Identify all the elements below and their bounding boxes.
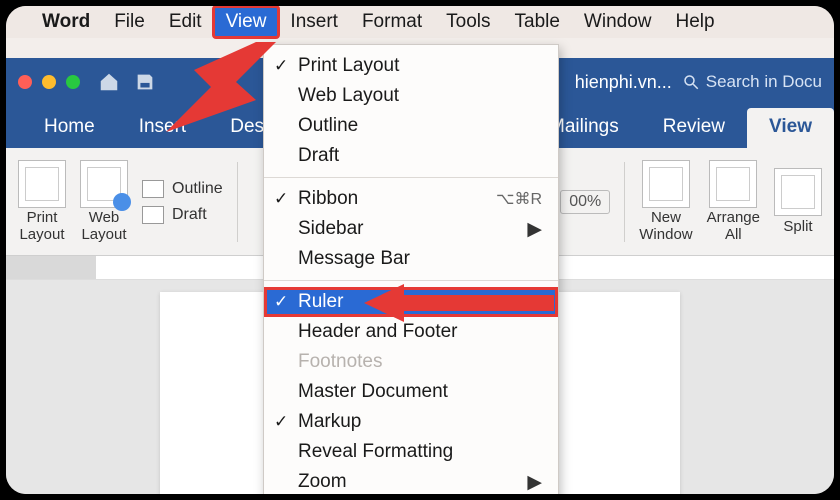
- outline-label: Outline: [172, 180, 223, 198]
- split-icon: [774, 168, 822, 216]
- menubar-window[interactable]: Window: [572, 7, 664, 37]
- save-icon[interactable]: [134, 71, 156, 93]
- menu-item-label: Message Bar: [298, 248, 410, 270]
- menu-item-label: Ruler: [298, 291, 343, 313]
- view-menu-item-markup[interactable]: ✓ Markup: [264, 407, 558, 437]
- view-menu-item-header-and-footer[interactable]: Header and Footer: [264, 317, 558, 347]
- draft-icon: [142, 206, 164, 224]
- tab-review[interactable]: Review: [641, 108, 747, 148]
- checkmark-icon: ✓: [274, 292, 288, 312]
- menubar-insert[interactable]: Insert: [278, 7, 350, 37]
- close-window-button[interactable]: [18, 75, 32, 89]
- menu-item-label: Ribbon: [298, 188, 358, 210]
- quick-access-toolbar: [98, 71, 156, 93]
- view-menu-item-ruler[interactable]: ✓ Ruler: [264, 287, 558, 317]
- menu-item-label: Reveal Formatting: [298, 441, 453, 463]
- split-button[interactable]: Split: [774, 168, 822, 235]
- view-menu-item-zoom[interactable]: Zoom ▶: [264, 467, 558, 494]
- menu-item-label: Header and Footer: [298, 321, 458, 343]
- menu-item-label: Print Layout: [298, 55, 399, 77]
- menu-item-label: Markup: [298, 411, 361, 433]
- menu-item-label: Master Document: [298, 381, 448, 403]
- home-icon[interactable]: [98, 71, 120, 93]
- view-menu-item-draft[interactable]: Draft: [264, 141, 558, 171]
- menubar-help[interactable]: Help: [664, 7, 727, 37]
- menubar-table[interactable]: Table: [503, 7, 572, 37]
- new-window-icon: [642, 160, 690, 208]
- menubar-file[interactable]: File: [102, 7, 157, 37]
- menubar-app-name[interactable]: Word: [30, 7, 102, 37]
- outline-icon: [142, 180, 164, 198]
- document-title: hienphi.vn...: [575, 72, 672, 93]
- print-layout-icon: [18, 160, 66, 208]
- print-layout-label: Print Layout: [19, 210, 64, 243]
- menu-separator: [264, 177, 558, 178]
- menu-item-label: Zoom: [298, 471, 347, 493]
- search-icon: [682, 73, 700, 91]
- menu-item-label: Draft: [298, 145, 339, 167]
- menu-item-label: Footnotes: [298, 351, 383, 373]
- menu-item-label: Web Layout: [298, 85, 399, 107]
- arrange-all-icon: [709, 160, 757, 208]
- draft-button[interactable]: Draft: [142, 206, 223, 224]
- tab-view[interactable]: View: [747, 108, 834, 148]
- window-controls: [18, 75, 80, 89]
- view-menu-item-print-layout[interactable]: ✓ Print Layout: [264, 51, 558, 81]
- checkmark-icon: ✓: [274, 189, 288, 209]
- submenu-arrow-icon: ▶: [527, 218, 542, 241]
- mac-menubar: Word File Edit View Insert Format Tools …: [6, 6, 834, 38]
- draft-label: Draft: [172, 206, 207, 224]
- view-menu-item-sidebar[interactable]: Sidebar ▶: [264, 214, 558, 244]
- menubar-tools[interactable]: Tools: [434, 7, 502, 37]
- web-layout-label: Web Layout: [81, 210, 126, 243]
- view-menu-item-footnotes: Footnotes: [264, 347, 558, 377]
- print-layout-button[interactable]: Print Layout: [18, 160, 66, 243]
- search-box[interactable]: Search in Docu: [682, 72, 822, 92]
- ruler-left-margin: [6, 256, 96, 279]
- menu-separator: [264, 280, 558, 281]
- view-menu-item-ribbon[interactable]: ✓ Ribbon ⌥⌘R: [264, 184, 558, 214]
- arrange-all-label: Arrange All: [707, 210, 760, 243]
- view-menu-item-outline[interactable]: Outline: [264, 111, 558, 141]
- view-menu-item-message-bar[interactable]: Message Bar: [264, 244, 558, 274]
- arrange-all-button[interactable]: Arrange All: [707, 160, 760, 243]
- view-menu-item-web-layout[interactable]: Web Layout: [264, 81, 558, 111]
- submenu-arrow-icon: ▶: [527, 471, 542, 494]
- web-layout-button[interactable]: Web Layout: [80, 160, 128, 243]
- menubar-format[interactable]: Format: [350, 7, 434, 37]
- view-menu-item-reveal-formatting[interactable]: Reveal Formatting: [264, 437, 558, 467]
- zoom-percent[interactable]: 00%: [560, 190, 610, 214]
- tab-home[interactable]: Home: [22, 108, 117, 148]
- web-layout-icon: [80, 160, 128, 208]
- minimize-window-button[interactable]: [42, 75, 56, 89]
- ribbon-divider: [237, 162, 238, 242]
- ribbon-divider-2: [624, 162, 625, 242]
- search-placeholder: Search in Docu: [706, 72, 822, 92]
- checkmark-icon: ✓: [274, 56, 288, 76]
- menubar-view[interactable]: View: [214, 7, 279, 37]
- view-menu-dropdown: ✓ Print Layout Web Layout Outline Draft ✓ Ribb…: [263, 44, 559, 494]
- tab-insert[interactable]: Insert: [117, 108, 209, 148]
- new-window-label: New Window: [639, 210, 692, 243]
- checkmark-icon: ✓: [274, 412, 288, 432]
- menu-item-label: Outline: [298, 115, 358, 137]
- outline-button[interactable]: Outline: [142, 180, 223, 198]
- maximize-window-button[interactable]: [66, 75, 80, 89]
- menu-shortcut: ⌥⌘R: [496, 189, 542, 209]
- split-label: Split: [783, 218, 812, 235]
- menu-item-label: Sidebar: [298, 218, 364, 240]
- menubar-edit[interactable]: Edit: [157, 7, 214, 37]
- view-menu-item-master-document[interactable]: Master Document: [264, 377, 558, 407]
- new-window-button[interactable]: New Window: [639, 160, 692, 243]
